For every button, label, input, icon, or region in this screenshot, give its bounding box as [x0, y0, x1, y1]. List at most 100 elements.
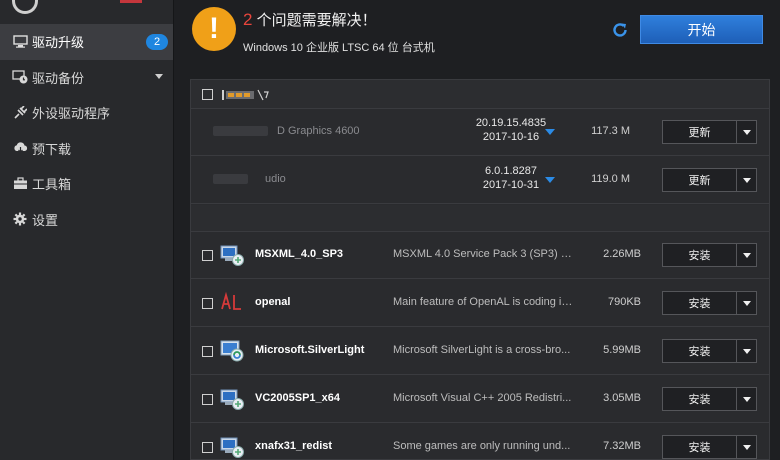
- sidebar-item-driver-upgrade[interactable]: 驱动升级 2: [0, 24, 173, 60]
- package-name: VC2005SP1_x64: [255, 392, 341, 404]
- list-header: [191, 80, 769, 109]
- plug-icon: [11, 105, 29, 121]
- chevron-down-icon: [742, 348, 751, 354]
- issue-count: 2: [243, 10, 253, 29]
- package-name: openal: [255, 296, 291, 308]
- install-options-button[interactable]: [737, 292, 756, 314]
- install-split-button: 安装: [662, 339, 757, 363]
- install-options-button[interactable]: [737, 340, 756, 362]
- sidebar-item-label: 工具箱: [32, 177, 72, 193]
- sidebar-nav: 驱动升级 2 驱动备份 外设驱动程序 预下载 工具箱 设置: [0, 24, 173, 237]
- driver-name: udio: [265, 173, 286, 185]
- chevron-down-icon: [742, 129, 751, 135]
- version-dropdown-icon[interactable]: [545, 129, 555, 135]
- installer-icon: [219, 241, 245, 267]
- sidebar-item-settings[interactable]: 设置: [0, 202, 173, 238]
- driver-size: 119.0 M: [591, 173, 630, 185]
- version-dropdown-icon[interactable]: [545, 177, 555, 183]
- select-all-checkbox[interactable]: [202, 89, 213, 100]
- chevron-down-icon[interactable]: [155, 73, 163, 79]
- install-split-button: 安装: [662, 291, 757, 315]
- package-name: Microsoft.SilverLight: [255, 344, 365, 356]
- chevron-down-icon: [742, 444, 751, 450]
- package-description: Main feature of OpenAL is coding in...: [393, 296, 573, 308]
- warning-icon: !: [192, 7, 236, 51]
- sidebar-item-label: 预下载: [32, 141, 72, 157]
- row-checkbox[interactable]: [202, 250, 213, 261]
- row-checkbox[interactable]: [202, 346, 213, 357]
- package-description: MSXML 4.0 Service Pack 3 (SP3) tot...: [393, 248, 573, 260]
- installer-icon: [219, 385, 245, 411]
- sidebar-item-peripheral-drivers[interactable]: 外设驱动程序: [0, 95, 173, 131]
- update-options-button[interactable]: [737, 121, 756, 143]
- install-split-button: 安装: [662, 243, 757, 267]
- backup-clock-icon: [11, 69, 29, 85]
- table-row: xnafx31_redist Some games are only runni…: [191, 423, 769, 459]
- monitor-icon: [11, 34, 29, 50]
- sidebar-item-toolbox[interactable]: 工具箱: [0, 166, 173, 202]
- category-icon: [222, 88, 272, 101]
- package-size: 3.05MB: [603, 392, 641, 404]
- sidebar-item-label: 驱动升级: [32, 35, 85, 51]
- sidebar-item-pre-download[interactable]: 预下载: [0, 131, 173, 167]
- gear-icon: [11, 211, 29, 227]
- install-options-button[interactable]: [737, 244, 756, 266]
- section-separator: [191, 205, 769, 232]
- silverlight-installer-icon: [219, 337, 245, 363]
- package-name: MSXML_4.0_SP3: [255, 248, 344, 260]
- install-button[interactable]: 安装: [663, 292, 737, 314]
- chevron-down-icon: [742, 396, 751, 402]
- sidebar-item-label: 设置: [32, 212, 59, 228]
- update-options-button[interactable]: [737, 169, 756, 191]
- issue-summary: 2 个问题需要解决！: [243, 9, 377, 30]
- driver-name: D Graphics 4600: [277, 125, 360, 137]
- driver-size: 117.3 M: [591, 125, 630, 137]
- install-options-button[interactable]: [737, 436, 756, 458]
- driver-list-panel: D Graphics 4600 20.19.15.4835 2017-10-16…: [190, 79, 770, 460]
- app-logo: [0, 0, 173, 22]
- install-button[interactable]: 安装: [663, 436, 737, 458]
- driver-row: udio 6.0.1.8287 2017-10-31 119.0 M 更新: [191, 156, 769, 204]
- installer-icon: [219, 433, 245, 459]
- refresh-icon: [611, 21, 629, 44]
- install-button[interactable]: 安装: [663, 388, 737, 410]
- install-split-button: 安装: [662, 387, 757, 411]
- package-size: 2.26MB: [603, 248, 641, 260]
- cloud-download-icon: [11, 140, 29, 156]
- package-description: Microsoft SilverLight is a cross-bro...: [393, 344, 571, 356]
- sidebar-item-driver-backup[interactable]: 驱动备份: [0, 60, 173, 96]
- toolbox-icon: [11, 176, 29, 192]
- update-count-badge: 2: [146, 34, 168, 50]
- obscured-device-name: [213, 126, 268, 136]
- table-row: Microsoft.SilverLight Microsoft SilverLi…: [191, 327, 769, 375]
- table-row: VC2005SP1_x64 Microsoft Visual C++ 2005 …: [191, 375, 769, 423]
- row-checkbox[interactable]: [202, 442, 213, 453]
- table-row: openal Main feature of OpenAL is coding …: [191, 279, 769, 327]
- sidebar-item-label: 外设驱动程序: [32, 106, 111, 122]
- package-size: 5.99MB: [603, 344, 641, 356]
- driver-row: D Graphics 4600 20.19.15.4835 2017-10-16…: [191, 108, 769, 156]
- install-button[interactable]: 安装: [663, 244, 737, 266]
- update-button[interactable]: 更新: [663, 121, 737, 143]
- sidebar-item-label: 驱动备份: [32, 70, 85, 86]
- os-info: Windows 10 企业版 LTSC 64 位 台式机: [243, 42, 435, 54]
- package-description: Microsoft Visual C++ 2005 Redistri...: [393, 392, 572, 404]
- row-checkbox[interactable]: [202, 298, 213, 309]
- install-options-button[interactable]: [737, 388, 756, 410]
- table-row: MSXML_4.0_SP3 MSXML 4.0 Service Pack 3 (…: [191, 231, 769, 279]
- install-split-button: 安装: [662, 435, 757, 459]
- sidebar: 驱动升级 2 驱动备份 外设驱动程序 预下载 工具箱 设置: [0, 0, 174, 460]
- driver-version-number: 6.0.1.8287: [485, 165, 537, 177]
- refresh-button[interactable]: [609, 21, 631, 43]
- start-button[interactable]: 开始: [640, 15, 763, 44]
- update-split-button: 更新: [662, 168, 757, 192]
- openal-logo-icon: [219, 289, 245, 315]
- row-checkbox[interactable]: [202, 394, 213, 405]
- chevron-down-icon: [742, 300, 751, 306]
- update-button[interactable]: 更新: [663, 169, 737, 191]
- install-button[interactable]: 安装: [663, 340, 737, 362]
- package-name: xnafx31_redist: [255, 440, 333, 452]
- obscured-device-name: [213, 174, 248, 184]
- package-size: 7.32MB: [603, 440, 641, 452]
- chevron-down-icon: [742, 177, 751, 183]
